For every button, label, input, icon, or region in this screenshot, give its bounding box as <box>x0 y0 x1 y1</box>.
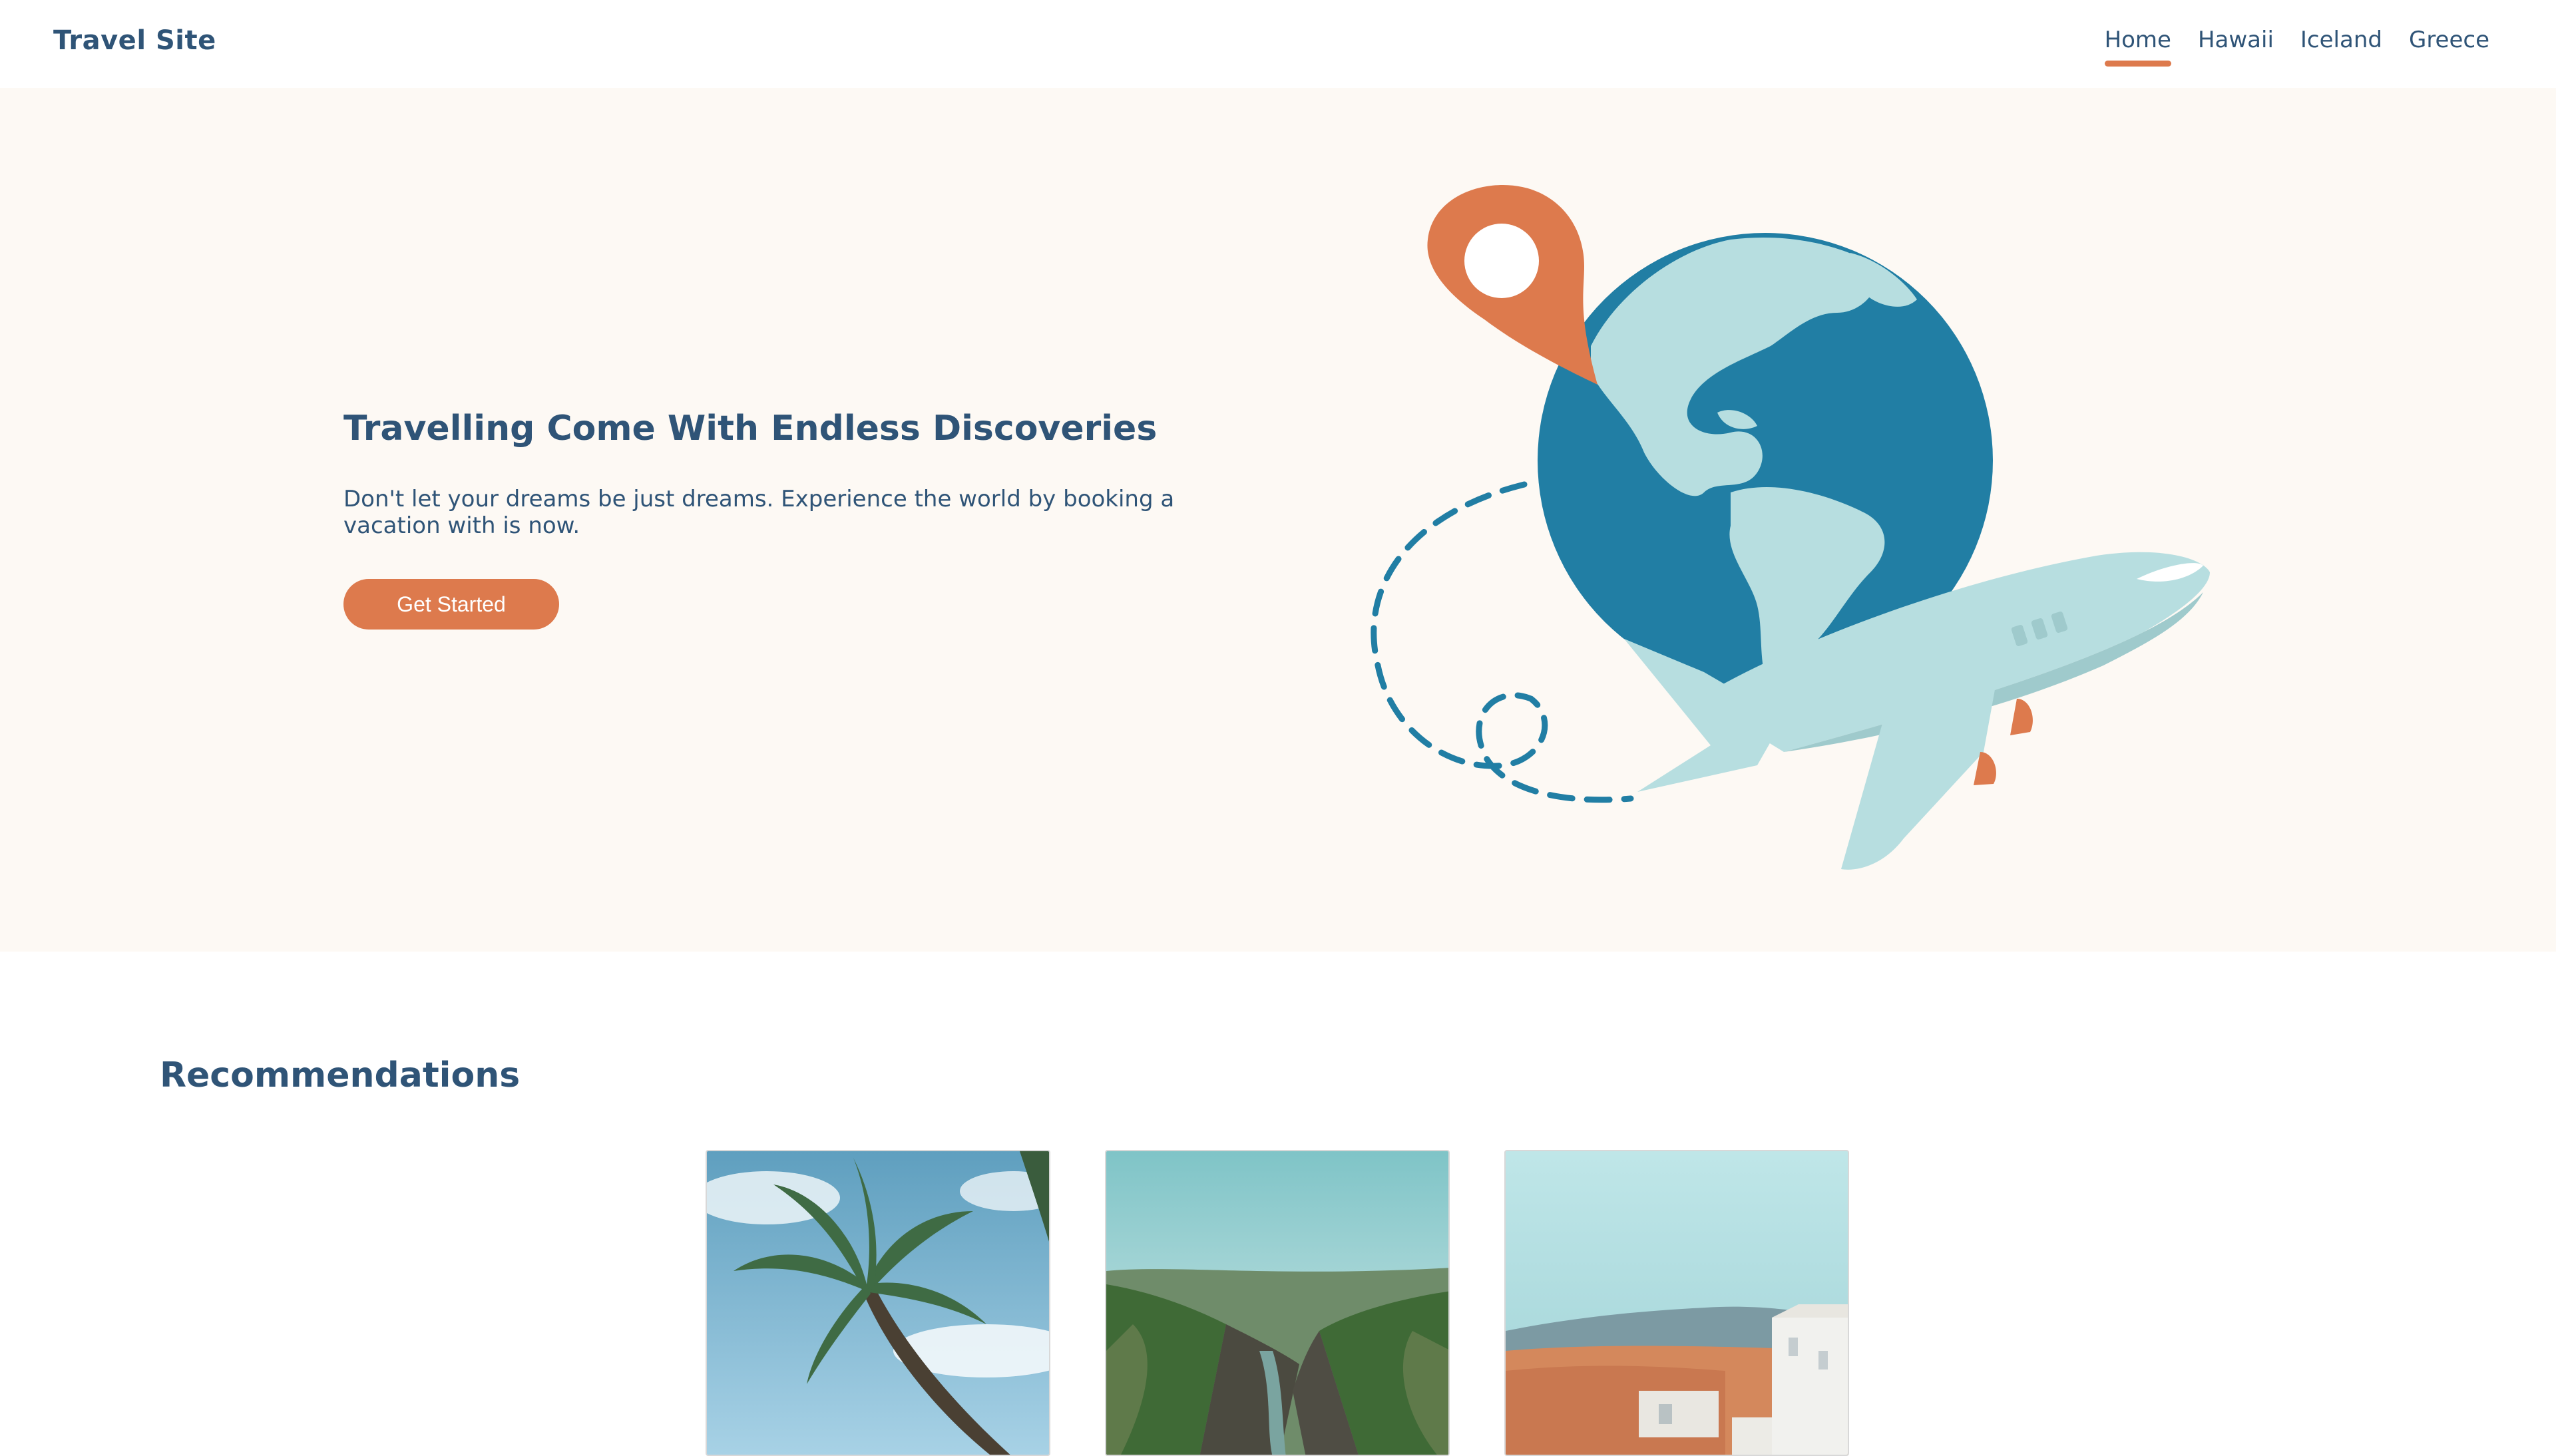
nav-link-greece[interactable]: Greece <box>2409 27 2489 67</box>
nav-link-iceland[interactable]: Iceland <box>2300 27 2382 67</box>
greece-town-photo <box>1506 1151 1848 1455</box>
hawaii-palm-tree-photo <box>707 1151 1049 1455</box>
recommendations-title: Recommendations <box>160 1055 521 1095</box>
recommendation-card-iceland[interactable] <box>1105 1150 1450 1456</box>
map-pin-icon <box>1427 185 1598 385</box>
navbar: Travel Site Home Hawaii Iceland Greece <box>0 0 2556 88</box>
recommendation-card-greece[interactable] <box>1504 1150 1849 1456</box>
globe-airplane-illustration <box>1371 185 2210 870</box>
recommendation-card-hawaii[interactable] <box>706 1150 1050 1456</box>
nav-link-home[interactable]: Home <box>2104 27 2172 67</box>
nav-link-hawaii[interactable]: Hawaii <box>2198 27 2274 67</box>
hero-section: Travelling Come With Endless Discoveries… <box>0 88 2556 952</box>
iceland-canyon-photo <box>1106 1151 1448 1455</box>
get-started-button[interactable]: Get Started <box>343 579 559 630</box>
site-logo[interactable]: Travel Site <box>53 25 216 56</box>
hero-description: Don't let your dreams be just dreams. Ex… <box>343 486 1175 539</box>
hero-title: Travelling Come With Endless Discoveries <box>343 409 1158 449</box>
nav-menu: Home Hawaii Iceland Greece <box>2078 27 2489 67</box>
